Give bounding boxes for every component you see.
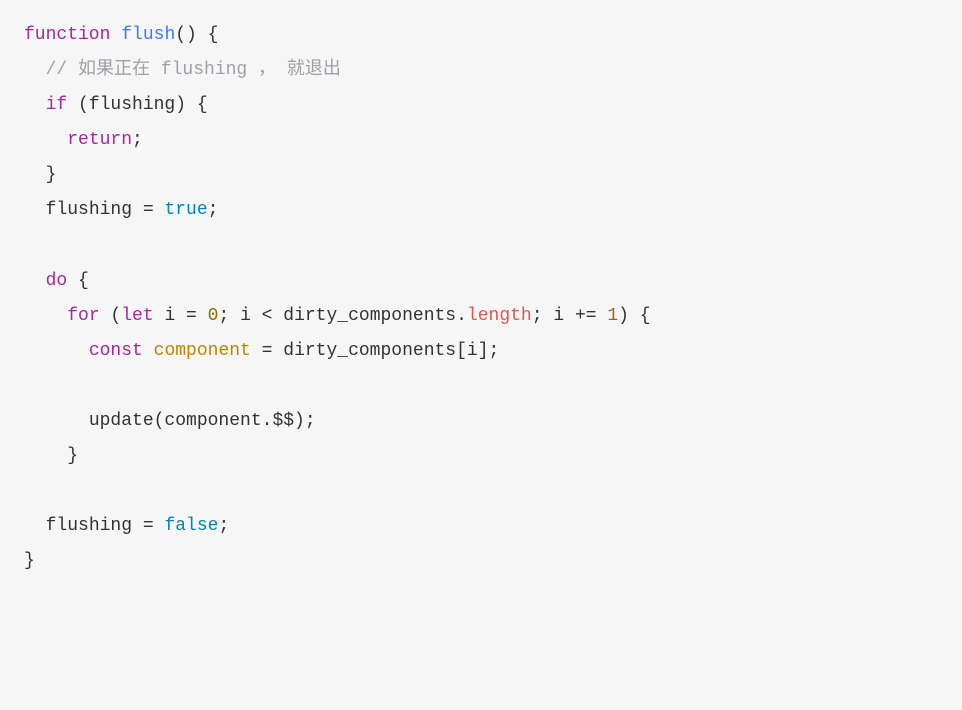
code-line: if (flushing) { xyxy=(24,95,208,115)
code-line: update(component.$$); xyxy=(24,411,316,431)
code-line: } xyxy=(24,446,78,466)
code-block: function flush() { // 如果正在 flushing ， 就退… xyxy=(24,18,938,580)
code-line: } xyxy=(24,165,56,185)
code-line: function flush() { xyxy=(24,25,218,45)
code-line: // 如果正在 flushing ， 就退出 xyxy=(24,60,341,80)
code-line: for (let i = 0; i < dirty_components.len… xyxy=(24,306,651,326)
code-line: const component = dirty_components[i]; xyxy=(24,341,499,361)
code-line: do { xyxy=(24,271,89,291)
code-line: flushing = true; xyxy=(24,200,218,220)
code-line: flushing = false; xyxy=(24,516,229,536)
code-line: } xyxy=(24,551,35,571)
code-line: return; xyxy=(24,130,143,150)
